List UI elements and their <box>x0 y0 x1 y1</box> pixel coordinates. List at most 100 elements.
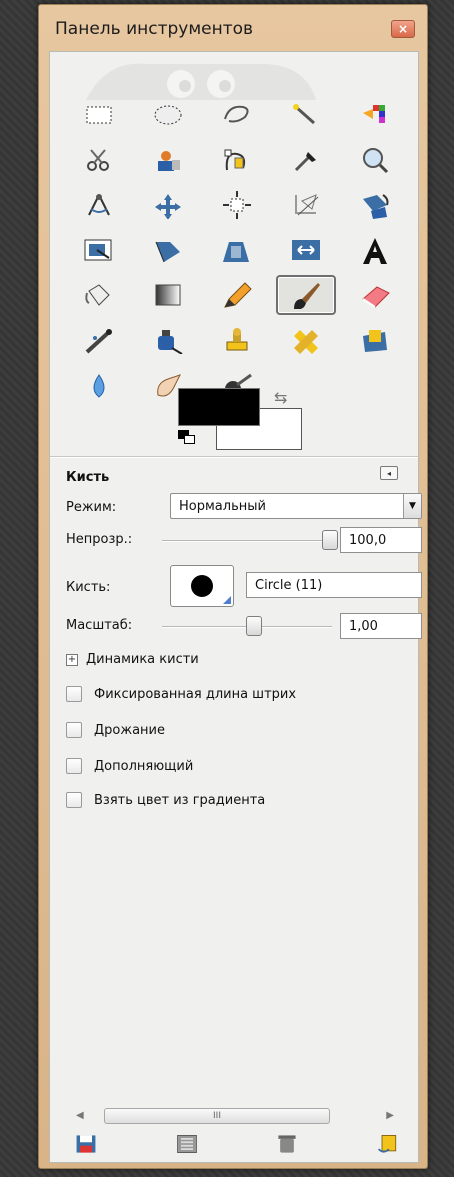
checkbox-label: Фиксированная длина штрих <box>94 686 297 702</box>
opacity-input[interactable]: 100,0 <box>340 527 422 553</box>
restore-options-button[interactable] <box>173 1132 201 1156</box>
scale-slider-thumb[interactable] <box>246 616 262 636</box>
brush-label: Кисть: <box>66 580 111 595</box>
swap-colors-icon[interactable]: ⇆ <box>274 388 287 407</box>
tool-button[interactable] <box>133 182 202 227</box>
incremental-checkbox[interactable] <box>66 758 82 774</box>
tool-button[interactable] <box>133 137 202 182</box>
tool-button[interactable] <box>202 317 271 362</box>
tool-button[interactable] <box>64 227 133 272</box>
tool-button[interactable] <box>64 362 133 407</box>
brush-name-field[interactable]: Circle (11) <box>246 572 422 598</box>
brush-name: Circle (11) <box>255 577 323 593</box>
tool-button[interactable] <box>271 137 340 182</box>
jitter-checkbox[interactable] <box>66 722 82 738</box>
checkbox-row[interactable]: Дополняющий <box>66 758 193 774</box>
foreground-select-icon <box>157 150 180 171</box>
pencil-icon <box>223 281 252 308</box>
opacity-value: 100,0 <box>349 532 387 548</box>
checkbox-label: Дополняющий <box>94 758 194 774</box>
mode-combo[interactable]: Нормальный ▼ <box>170 493 422 519</box>
delete-options-button[interactable] <box>273 1132 301 1156</box>
blur-sharpen-icon <box>93 373 104 398</box>
save-options-icon <box>76 1135 96 1153</box>
move-icon <box>154 193 181 219</box>
tool-button[interactable] <box>271 272 340 317</box>
tool-button[interactable] <box>340 137 409 182</box>
tool-button[interactable] <box>133 92 202 137</box>
dynamics-row[interactable]: + Динамика кисти <box>66 652 199 667</box>
clone-icon <box>226 327 247 350</box>
scroll-right-icon[interactable]: ▶ <box>386 1110 394 1121</box>
gradient-color-checkbox[interactable] <box>66 792 82 808</box>
restore-options-icon <box>176 1135 197 1153</box>
scale-label: Масштаб: <box>66 618 133 633</box>
options-menu-button[interactable]: ◂ <box>380 466 398 480</box>
tool-button[interactable] <box>271 182 340 227</box>
fixed-length-checkbox[interactable] <box>66 686 82 702</box>
scroll-left-icon[interactable]: ◀ <box>76 1110 84 1121</box>
tool-button[interactable] <box>133 227 202 272</box>
brush-preview-button[interactable] <box>170 565 234 607</box>
flip-icon <box>291 239 320 260</box>
perspective-clone-icon <box>362 329 387 352</box>
horizontal-scrollbar[interactable]: ◀ III ▶ <box>76 1108 394 1126</box>
checkbox-row[interactable]: Фиксированная длина штрих <box>66 686 296 702</box>
foreground-color-swatch[interactable] <box>178 388 260 426</box>
tool-button[interactable] <box>340 227 409 272</box>
color-picker-icon <box>294 151 316 171</box>
scrollbar-thumb[interactable]: III <box>104 1108 330 1124</box>
scale-value: 1,00 <box>349 618 378 634</box>
checkbox-row[interactable]: Дрожание <box>66 722 165 738</box>
reset-colors-icon[interactable] <box>178 430 202 448</box>
tool-button[interactable] <box>340 272 409 317</box>
tool-button[interactable] <box>202 272 271 317</box>
heal-icon <box>293 329 318 354</box>
ellipse-select-icon <box>154 105 181 124</box>
airbrush-icon <box>85 328 112 353</box>
brush-row: Кисть: <box>66 580 110 595</box>
tool-button[interactable] <box>64 182 133 227</box>
tool-button[interactable] <box>133 272 202 317</box>
measure-icon <box>87 193 110 215</box>
tool-button[interactable] <box>271 92 340 137</box>
tool-grid <box>64 92 409 407</box>
tool-button[interactable] <box>340 92 409 137</box>
options-heading-row: Кисть <box>66 470 109 485</box>
tool-button[interactable] <box>271 317 340 362</box>
tool-button[interactable] <box>340 317 409 362</box>
save-options-button[interactable] <box>72 1132 100 1156</box>
paths-icon <box>224 149 245 170</box>
tool-button[interactable] <box>202 182 271 227</box>
tool-button[interactable] <box>202 137 271 182</box>
tool-button[interactable] <box>64 317 133 362</box>
active-tool-frame[interactable] <box>275 274 336 315</box>
reset-options-icon <box>377 1135 397 1153</box>
options-actions <box>72 1132 402 1158</box>
bucket-fill-icon <box>84 283 110 306</box>
opacity-slider-thumb[interactable] <box>322 530 338 550</box>
tool-button[interactable] <box>340 182 409 227</box>
checkbox-row[interactable]: Взять цвет из градиента <box>66 792 265 808</box>
toolbox-panel: ⇆ Кисть ◂ Режим: Нормальный ▼ Непрозр.: … <box>49 51 422 1163</box>
tool-button[interactable] <box>271 227 340 272</box>
chevron-down-icon[interactable]: ▼ <box>403 494 421 518</box>
select-by-color-icon <box>362 104 385 123</box>
title-bar[interactable]: Панель инструментов × <box>41 7 425 51</box>
brush-expand-icon <box>223 596 231 604</box>
window-title: Панель инструментов <box>55 19 254 39</box>
dynamics-label: Динамика кисти <box>86 652 199 667</box>
tool-button[interactable] <box>202 92 271 137</box>
close-button[interactable]: × <box>391 20 415 38</box>
fuzzy-select-icon <box>292 103 315 124</box>
tool-button[interactable] <box>202 227 271 272</box>
reset-options-button[interactable] <box>374 1132 402 1156</box>
tool-button[interactable] <box>64 137 133 182</box>
tool-button[interactable] <box>133 317 202 362</box>
expand-icon[interactable]: + <box>66 653 78 666</box>
scale-input[interactable]: 1,00 <box>340 613 422 639</box>
shear-icon <box>155 241 180 262</box>
tool-button[interactable] <box>64 272 133 317</box>
opacity-slider-track[interactable] <box>162 540 332 542</box>
tool-button[interactable] <box>64 92 133 137</box>
